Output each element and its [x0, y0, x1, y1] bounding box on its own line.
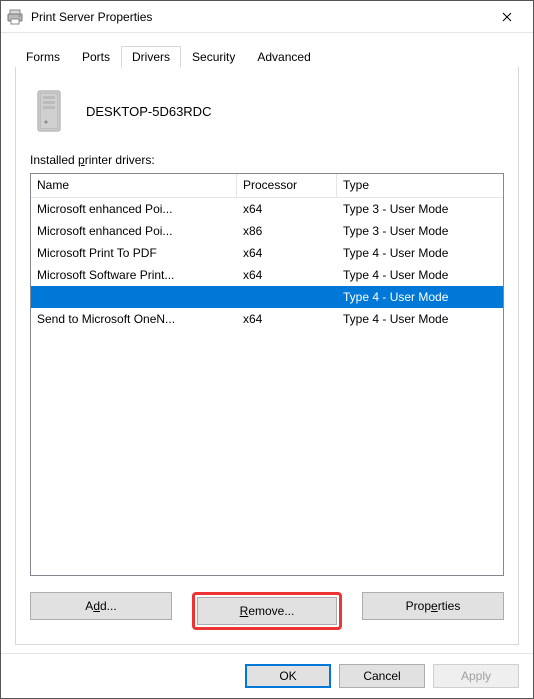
listview-body: Microsoft enhanced Poi...x64Type 3 - Use… [31, 198, 503, 575]
remove-button-highlight: Remove... [192, 592, 342, 630]
tab-drivers[interactable]: Drivers [121, 46, 181, 68]
driver-type: Type 4 - User Mode [337, 268, 503, 282]
driver-name: Send to Microsoft OneN... [31, 312, 237, 326]
column-header-type[interactable]: Type [337, 174, 503, 198]
driver-name: Microsoft Software Print... [31, 268, 237, 282]
remove-button[interactable]: Remove... [197, 597, 337, 625]
tab-forms[interactable]: Forms [15, 46, 71, 67]
driver-processor: x64 [237, 312, 337, 326]
client-area: Forms Ports Drivers Security Advanced [1, 33, 533, 653]
tab-page-drivers: DESKTOP-5D63RDC Installed printer driver… [15, 67, 519, 645]
cancel-button[interactable]: Cancel [339, 664, 425, 688]
driver-processor: x64 [237, 202, 337, 216]
close-icon [502, 12, 512, 22]
driver-processor: x64 [237, 268, 337, 282]
driver-name: Microsoft Print To PDF [31, 246, 237, 260]
driver-processor: x64 [237, 246, 337, 260]
ok-button[interactable]: OK [245, 664, 331, 688]
column-header-name[interactable]: Name [31, 174, 237, 198]
driver-type: Type 4 - User Mode [337, 312, 503, 326]
driver-processor: x86 [237, 224, 337, 238]
tab-advanced[interactable]: Advanced [246, 46, 321, 67]
driver-name: Microsoft enhanced Poi... [31, 224, 237, 238]
apply-button: Apply [433, 664, 519, 688]
server-tower-icon [32, 89, 68, 133]
driver-row[interactable]: Microsoft enhanced Poi...x64Type 3 - Use… [31, 198, 503, 220]
driver-type: Type 4 - User Mode [337, 246, 503, 260]
add-button[interactable]: Add... [30, 592, 172, 620]
installed-drivers-label: Installed printer drivers: [30, 153, 504, 167]
driver-action-buttons: Add... Remove... Properties [30, 592, 504, 630]
column-header-processor[interactable]: Processor [237, 174, 337, 198]
driver-row[interactable]: Send to Microsoft OneN...x64Type 4 - Use… [31, 308, 503, 330]
print-server-properties-window: Print Server Properties Forms Ports Driv… [0, 0, 534, 699]
tab-ports[interactable]: Ports [71, 46, 121, 67]
properties-button[interactable]: Properties [362, 592, 504, 620]
server-name: DESKTOP-5D63RDC [86, 104, 211, 119]
tab-security[interactable]: Security [181, 46, 246, 67]
driver-row[interactable]: Microsoft enhanced Poi...x86Type 3 - Use… [31, 220, 503, 242]
driver-row[interactable]: Microsoft Print To PDFx64Type 4 - User M… [31, 242, 503, 264]
server-row: DESKTOP-5D63RDC [30, 83, 504, 153]
close-button[interactable] [487, 3, 527, 31]
driver-type: Type 4 - User Mode [337, 290, 503, 304]
driver-name: Microsoft enhanced Poi... [31, 202, 237, 216]
driver-type: Type 3 - User Mode [337, 202, 503, 216]
tabstrip: Forms Ports Drivers Security Advanced [15, 43, 519, 67]
printer-icon [7, 9, 23, 25]
listview-header: Name Processor Type [31, 174, 503, 198]
driver-type: Type 3 - User Mode [337, 224, 503, 238]
drivers-listview[interactable]: Name Processor Type Microsoft enhanced P… [30, 173, 504, 576]
dialog-button-row: OK Cancel Apply [1, 653, 533, 698]
driver-row[interactable]: Microsoft Software Print...x64Type 4 - U… [31, 264, 503, 286]
window-title: Print Server Properties [31, 10, 487, 24]
titlebar: Print Server Properties [1, 1, 533, 33]
driver-row[interactable]: Type 4 - User Mode [31, 286, 503, 308]
